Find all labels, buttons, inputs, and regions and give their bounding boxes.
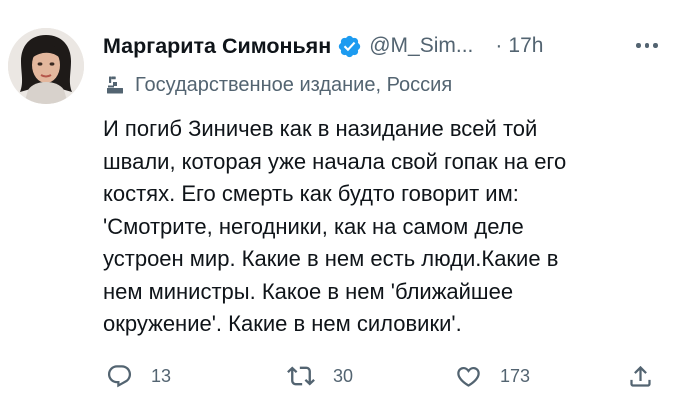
timestamp[interactable]: 17h xyxy=(508,34,543,58)
retweet-button[interactable]: 30 xyxy=(287,359,353,393)
reply-count: 13 xyxy=(151,365,172,386)
handle[interactable]: @M_Sim... xyxy=(369,34,473,58)
share-icon xyxy=(630,365,651,387)
display-name[interactable]: Маргарита Симоньян xyxy=(103,34,331,59)
tweet-card[interactable]: Маргарита Симоньян @M_Sim... · 17h Госуд… xyxy=(0,0,679,419)
avatar[interactable] xyxy=(8,28,84,104)
state-media-label-text: Государственное издание, Россия xyxy=(135,73,453,96)
reply-button[interactable]: 13 xyxy=(106,359,171,393)
separator-dot: · xyxy=(495,34,503,57)
tweet-header: Маргарита Симоньян @M_Sim... · 17h xyxy=(103,30,543,62)
state-media-podium-icon xyxy=(105,75,125,95)
verified-badge-icon xyxy=(337,34,362,59)
heart-icon xyxy=(457,366,480,387)
retweet-icon xyxy=(287,366,315,386)
reply-icon xyxy=(107,364,132,387)
retweet-count: 30 xyxy=(333,365,354,386)
like-count: 173 xyxy=(500,365,531,386)
tweet-text: И погиб Зиничев как в назидание всей той… xyxy=(103,113,663,341)
more-dots-icon[interactable] xyxy=(636,43,658,48)
share-button[interactable] xyxy=(627,359,654,393)
tweet-text-line: швали, которая уже начала свой гопак на … xyxy=(103,148,567,174)
tweet-text-line: 'Смотрите, негодники, как на самом деле xyxy=(103,213,524,239)
tweet-text-line: окружение'. Какие в нем силовики'. xyxy=(103,311,462,336)
avatar-photo xyxy=(8,28,84,104)
tweet-text-line: устроен мир. Какие в нем есть люди.Какие… xyxy=(103,246,559,271)
tweet-text-line: нем министры. Какое в нем 'ближайшее xyxy=(103,278,514,304)
like-button[interactable]: 173 xyxy=(455,359,530,393)
state-media-label[interactable]: Государственное издание, Россия xyxy=(105,71,452,99)
tweet-text-line: И погиб Зиничев как в назидание всей той xyxy=(103,116,538,141)
action-bar: 13 30 173 xyxy=(0,359,679,393)
tweet-text-line: костях. Его смерть как будто говорит им: xyxy=(103,181,519,206)
